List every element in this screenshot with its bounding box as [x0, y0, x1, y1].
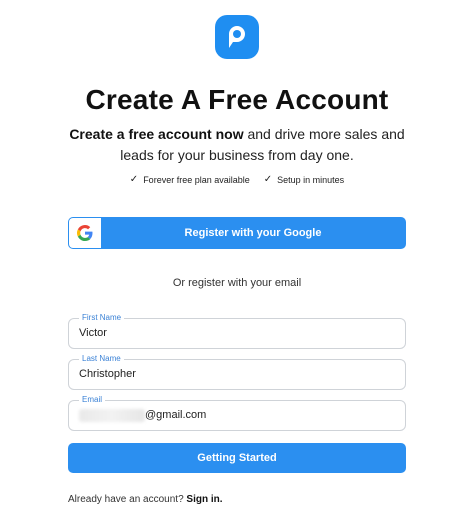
- email-input[interactable]: @gmail.com: [145, 401, 206, 430]
- brand-logo: [215, 15, 259, 59]
- first-name-input[interactable]: Victor: [79, 319, 107, 348]
- feature-label: Forever free plan available: [143, 174, 250, 185]
- signin-link[interactable]: Sign in.: [186, 494, 222, 505]
- page-subtitle: Create a free account now and drive more…: [60, 124, 414, 166]
- signin-prompt: Already have an account? Sign in.: [68, 494, 223, 505]
- last-name-input[interactable]: Christopher: [79, 360, 136, 389]
- register-google-label: Register with your Google: [184, 227, 322, 239]
- first-name-field[interactable]: First Name Victor: [68, 312, 406, 349]
- check-icon: ✓: [263, 174, 273, 185]
- google-icon-box: [69, 218, 101, 248]
- google-icon: [77, 225, 93, 241]
- email-field[interactable]: Email @gmail.com: [68, 394, 406, 431]
- signin-prompt-text: Already have an account?: [68, 494, 184, 505]
- feature-item: ✓ Forever free plan available: [130, 174, 250, 185]
- last-name-field[interactable]: Last Name Christopher: [68, 353, 406, 390]
- getting-started-button[interactable]: Getting Started: [68, 443, 406, 473]
- subtitle-emphasis: Create a free account now: [69, 126, 244, 142]
- register-google-button[interactable]: Register with your Google: [68, 217, 406, 249]
- check-icon: ✓: [129, 174, 139, 185]
- feature-list: ✓ Forever free plan available ✓ Setup in…: [0, 174, 474, 185]
- feature-item: ✓ Setup in minutes: [264, 174, 344, 185]
- page-title: Create A Free Account: [85, 84, 389, 115]
- email-divider-text: Or register with your email: [172, 277, 302, 289]
- redacted-email-user: [79, 409, 145, 422]
- feature-label: Setup in minutes: [277, 174, 345, 185]
- email-label: Email: [79, 394, 106, 406]
